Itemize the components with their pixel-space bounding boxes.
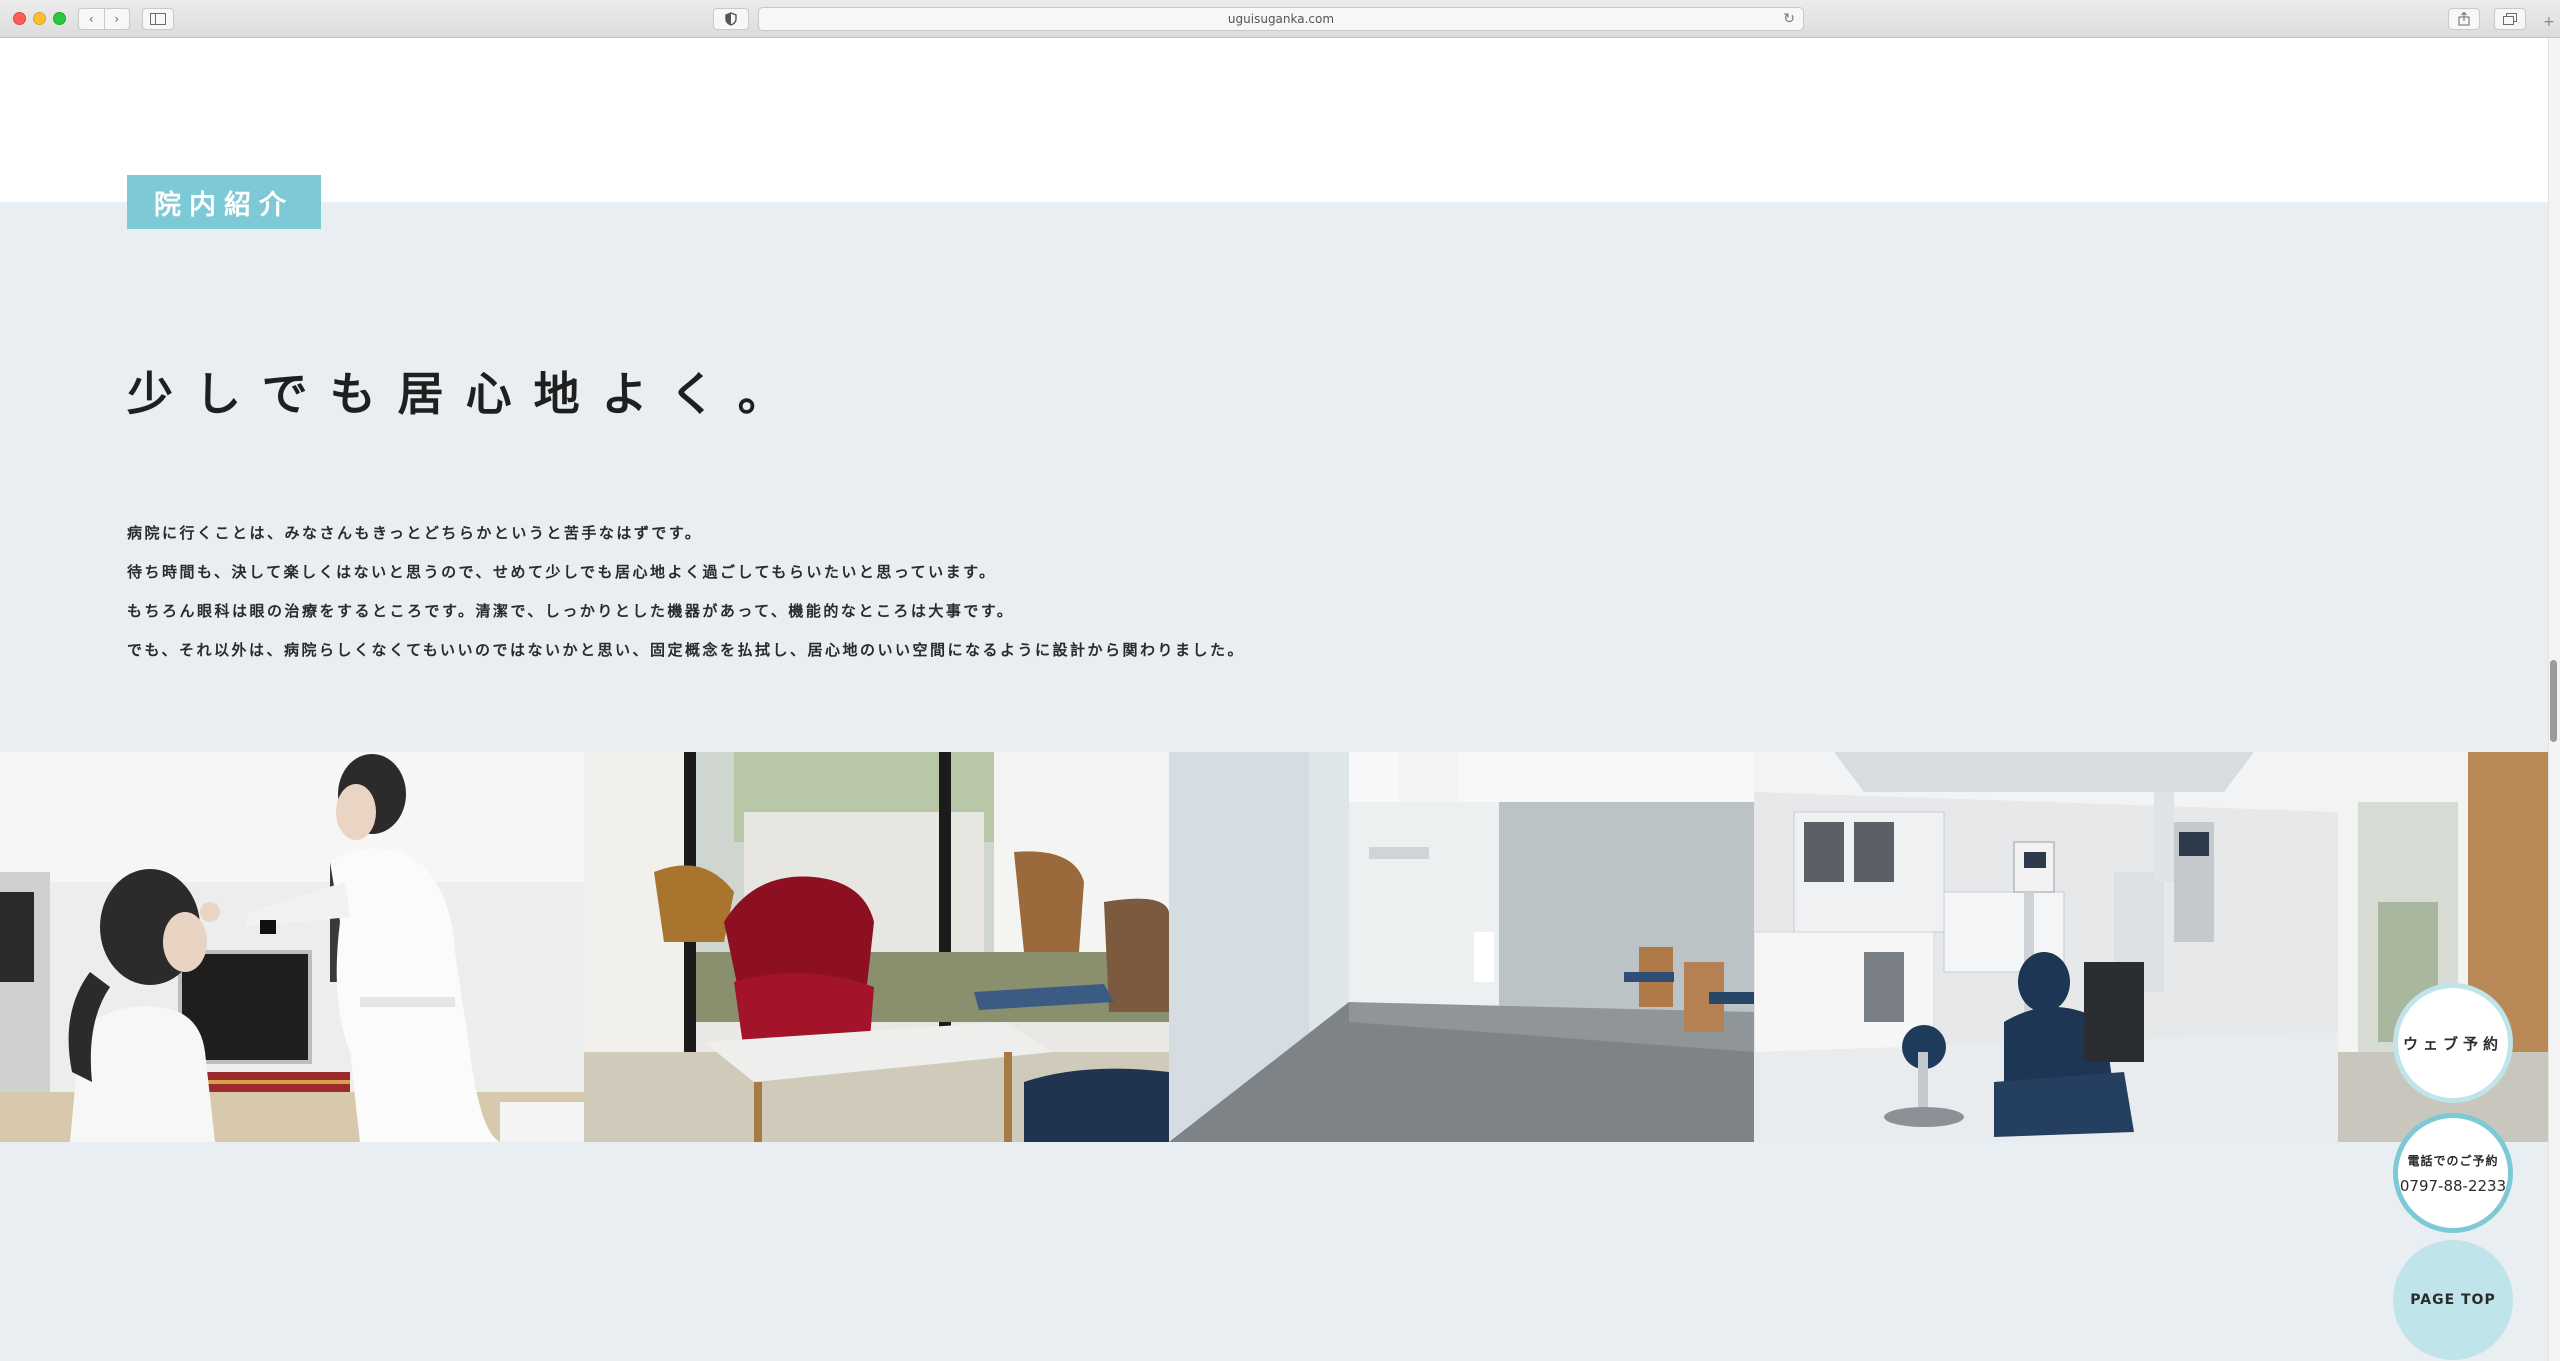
phone-reserve-label: 電話でのご予約: [2407, 1153, 2499, 1168]
section-label: 院内紹介: [127, 175, 321, 229]
url-text: uguisuganka.com: [1227, 12, 1335, 26]
body-line: 病院に行くことは、みなさんもきっとどちらかというと苦手なはずです。: [127, 524, 703, 542]
phone-reserve-button[interactable]: 電話でのご予約 0797-88-2233: [2393, 1113, 2513, 1233]
chevron-right-icon[interactable]: ›: [105, 12, 130, 26]
phone-number: 0797-88-2233: [2399, 1176, 2507, 1195]
treatment-room-photo[interactable]: [1754, 752, 2338, 1142]
page-top-button[interactable]: PAGE TOP: [2393, 1240, 2513, 1360]
section-body: 病院に行くことは、みなさんもきっとどちらかというと苦手なはずです。 待ち時間も、…: [127, 514, 1245, 670]
waiting-area-red-chair-photo[interactable]: [584, 752, 1169, 1142]
body-line: もちろん眼科は眼の治療をするところです。清潔で、しっかりとした機器があって、機能…: [127, 602, 1015, 620]
share-button[interactable]: [2448, 8, 2480, 30]
section-headline: 少しでも居心地よく。: [127, 367, 806, 421]
address-bar[interactable]: uguisuganka.com ↻: [758, 7, 1804, 31]
body-line: でも、それ以外は、病院らしくなくてもいいのではないかと思い、固定概念を払拭し、居…: [127, 641, 1246, 659]
close-window-button[interactable]: [13, 12, 26, 25]
web-reserve-button[interactable]: ウェブ予約: [2393, 983, 2513, 1103]
shield-icon: [725, 12, 737, 26]
tabs-icon: [2503, 13, 2517, 25]
web-reserve-label: ウェブ予約: [2402, 1034, 2503, 1053]
maximize-window-button[interactable]: [53, 12, 66, 25]
privacy-report-button[interactable]: [713, 8, 749, 30]
nav-buttons: ‹ ›: [78, 8, 130, 30]
tab-overview-button[interactable]: [2494, 8, 2526, 30]
page-viewport: 院内紹介 少しでも居心地よく。 病院に行くことは、みなさんもきっとどちらかという…: [0, 38, 2560, 1361]
hallway-photo[interactable]: [1169, 752, 1754, 1142]
chevron-left-icon[interactable]: ‹: [79, 12, 104, 26]
scrollbar-thumb[interactable]: [2550, 660, 2557, 742]
staff-examination-photo[interactable]: [0, 752, 584, 1142]
plus-icon[interactable]: +: [2543, 14, 2555, 30]
photo-gallery: [0, 752, 2548, 1142]
page-top-label: PAGE TOP: [2410, 1292, 2496, 1308]
reload-icon[interactable]: ↻: [1783, 11, 1795, 27]
minimize-window-button[interactable]: [33, 12, 46, 25]
browser-toolbar: ‹ › uguisuganka.com ↻ +: [0, 0, 2560, 38]
share-icon: [2458, 12, 2470, 26]
body-line: 待ち時間も、決して楽しくはないと思うので、せめて少しでも居心地よく過ごしてもらい…: [127, 563, 997, 581]
sidebar-icon: [150, 13, 166, 25]
sidebar-button[interactable]: [142, 8, 174, 30]
